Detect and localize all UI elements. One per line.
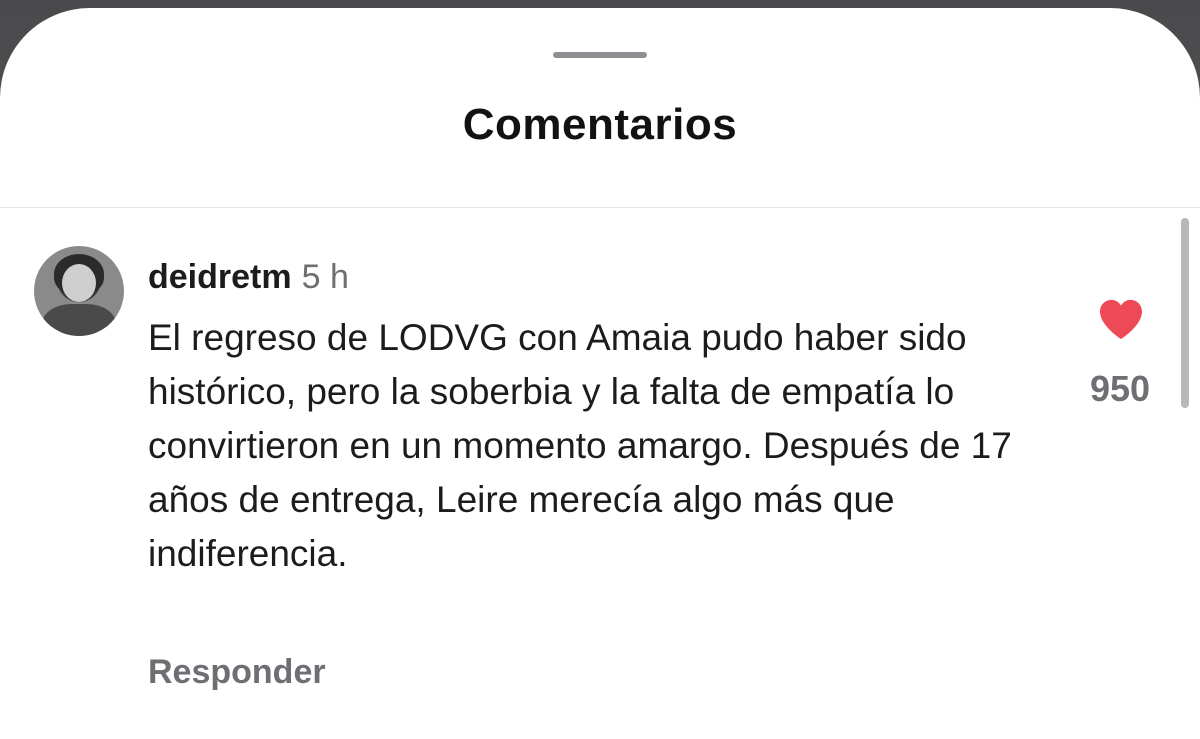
heart-filled-icon[interactable] (1098, 298, 1144, 340)
reply-button[interactable]: Responder (148, 653, 326, 692)
comment-header: deidretm 5 h (148, 258, 349, 297)
like-count: 950 (1089, 368, 1151, 409)
comment-timestamp: 5 h (301, 258, 349, 296)
avatar-body (42, 304, 116, 336)
sheet-title: Comentarios (462, 100, 738, 149)
comment-username[interactable]: deidretm (148, 258, 292, 296)
avatar[interactable] (34, 246, 124, 336)
avatar-face (62, 264, 96, 302)
scrollbar[interactable] (1181, 218, 1189, 408)
comments-sheet: Comentarios deidretm 5 h El regreso de LO… (0, 8, 1200, 739)
comment-text: El regreso de LODVG con Amaia pudo haber… (148, 317, 1012, 574)
header-divider (0, 207, 1200, 208)
sheet-grabber-handle[interactable] (553, 52, 647, 58)
